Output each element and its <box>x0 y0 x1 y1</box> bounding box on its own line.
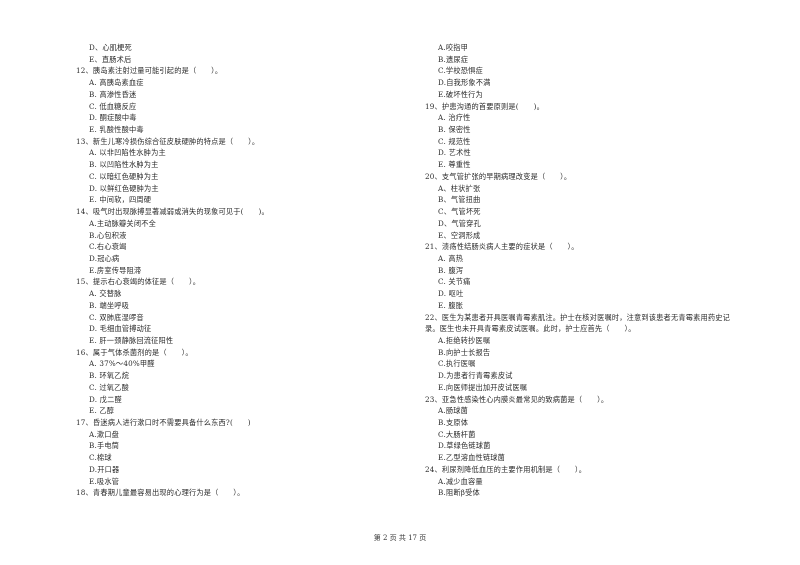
question-stem: 22、医生为某患者开具医嘱青霉素肌注。护士在核对医嘱时，注意到该患者无青霉素用药… <box>425 312 731 322</box>
answer-option: B.向护士长报告 <box>438 347 491 357</box>
answer-option: C.棉球 <box>89 453 112 463</box>
answer-option: B. 高渗性昏迷 <box>89 89 137 99</box>
question-stem: 24、利尿剂降低血压的主要作用机制是（ ）。 <box>425 464 587 474</box>
answer-option: E. 肝一颈静脉回流征阳性 <box>89 335 174 345</box>
answer-option: E. 乙醇 <box>89 406 115 416</box>
answer-option: D. 以鲜红色硬肿为主 <box>89 183 159 193</box>
answer-option: B.支原体 <box>438 418 469 427</box>
answer-option: E、空洞形成 <box>438 230 481 240</box>
answer-option: A. 高热 <box>438 253 464 263</box>
answer-option: A.漱口盘 <box>89 429 120 439</box>
question-stem: 12、胰岛素注射过量可能引起的是（ ）。 <box>76 66 223 76</box>
answer-option: E.乙型溶血性链球菌 <box>438 453 506 463</box>
answer-option: A. 治疗性 <box>438 113 471 123</box>
answer-option: D.开口器 <box>89 464 120 474</box>
question-stem: 20、支气管扩张的早期病理改变是（ ）。 <box>425 171 572 181</box>
answer-option: C. 双肺底湿啰音 <box>89 312 144 322</box>
answer-option: D、心肌梗死 <box>89 43 132 52</box>
answer-option: A. 以非凹陷性水肿为主 <box>89 148 166 158</box>
question-stem: 15、提示右心衰竭的体征是（ ）。 <box>76 277 201 287</box>
question-stem-continued: 录。医生也未开具青霉素皮试医嘱。此时，护士应首先（ ）。 <box>425 324 636 334</box>
answer-option: A.主动脉瓣关闭不全 <box>89 218 156 228</box>
answer-option: B、气管扭曲 <box>438 195 481 205</box>
answer-option: D. 戊二醛 <box>89 394 122 404</box>
answer-option: A. 37%～40%甲醛 <box>89 359 155 369</box>
left-column: D、心肌梗死 E、直肠术后 12、胰岛素注射过量可能引起的是（ ）。 A. 高胰岛素血… <box>76 42 406 499</box>
answer-option: B.遗尿症 <box>438 54 469 64</box>
answer-option: C、气管坏死 <box>438 207 481 217</box>
question-stem: 13、新生儿寒冷损伤综合征皮肤硬肿的特点是（ ）。 <box>76 136 260 146</box>
answer-option: D.为患者行青霉素皮试 <box>438 371 513 381</box>
answer-option: C.执行医嘱 <box>438 359 476 369</box>
answer-option: E. 腹胀 <box>438 300 464 310</box>
question-stem: 16、属于气体杀菌剂的是（ ）。 <box>76 347 193 357</box>
answer-option: A.拒绝转抄医嘱 <box>438 335 491 345</box>
answer-option: A. 交替脉 <box>89 289 122 299</box>
answer-option: E、直肠术后 <box>89 54 132 64</box>
question-stem: 21、溃疡性结肠炎病人主要的症状是（ ）。 <box>425 242 579 252</box>
page-footer: 第 2 页 共 17 页 <box>373 534 427 542</box>
question-stem: 23、亚急性感染性心内膜炎最常见的致病菌是（ ）。 <box>425 394 609 404</box>
answer-option: D.草绿色链球菌 <box>438 441 491 451</box>
answer-option: A、柱状扩张 <box>438 183 481 193</box>
answer-option: C. 过氧乙酸 <box>89 382 129 392</box>
answer-option: A.减少血容量 <box>438 476 483 486</box>
answer-option: B. 以凹陷性水肿为主 <box>89 160 159 170</box>
question-stem: 17、昏迷病人进行漱口时不需要具备什么东西?( ) <box>76 418 251 427</box>
answer-option: D. 呕吐 <box>438 289 464 299</box>
answer-option: B.心包积液 <box>89 230 127 240</box>
answer-option: C.右心衰竭 <box>89 242 127 252</box>
answer-option: C.大肠杆菌 <box>438 429 476 439</box>
answer-option: A.肠球菌 <box>438 406 469 416</box>
answer-option: B.阻断β受体 <box>438 488 480 498</box>
answer-option: D.冠心病 <box>89 253 120 263</box>
answer-option: D. 酮症酸中毒 <box>89 113 137 123</box>
answer-option: C. 关节痛 <box>438 277 471 287</box>
answer-option: E.吸水管 <box>89 476 120 486</box>
answer-option: B. 保密性 <box>438 125 471 135</box>
question-stem: 14、吸气时出现脉搏显著减弱或消失的现象可见于( )。 <box>76 207 269 217</box>
answer-option: B. 端坐呼吸 <box>89 300 130 310</box>
answer-option: E. 尊重性 <box>438 160 471 170</box>
answer-option: C. 低血糖反应 <box>89 101 137 111</box>
answer-option: A. 高胰岛素血症 <box>89 78 144 88</box>
answer-option: B. 环氧乙烷 <box>89 371 130 381</box>
answer-option: C. 规范性 <box>438 136 471 146</box>
question-stem: 19、护患沟通的首要原则是( )。 <box>425 101 544 111</box>
answer-option: E. 乳酸性酸中毒 <box>89 125 144 135</box>
right-column: A.咬指甲 B.遗尿症 C.学校恐惧症 D.自我形象不满 E.破坏性行为 19、护患沟通的… <box>425 42 775 499</box>
answer-option: E.破坏性行为 <box>438 89 483 99</box>
answer-option: E. 中间软，四周硬 <box>89 195 152 205</box>
answer-option: C.学校恐惧症 <box>438 66 483 76</box>
answer-option: B.手电筒 <box>89 441 120 451</box>
answer-option: E.向医师提出加开皮试医嘱 <box>438 382 528 392</box>
answer-option: D、气管穿孔 <box>438 218 481 228</box>
answer-option: D.自我形象不满 <box>438 78 491 88</box>
answer-option: B. 腹泻 <box>438 265 464 275</box>
question-stem: 18、青春期儿童最容易出现的心理行为是（ ）。 <box>76 488 245 498</box>
answer-option: E.房室传导阻滞 <box>89 265 142 275</box>
answer-option: C. 以暗红色硬肿为主 <box>89 171 159 181</box>
answer-option: D. 艺术性 <box>438 148 471 158</box>
answer-option: D. 毛细血管搏动征 <box>89 324 152 334</box>
answer-option: A.咬指甲 <box>438 43 469 52</box>
